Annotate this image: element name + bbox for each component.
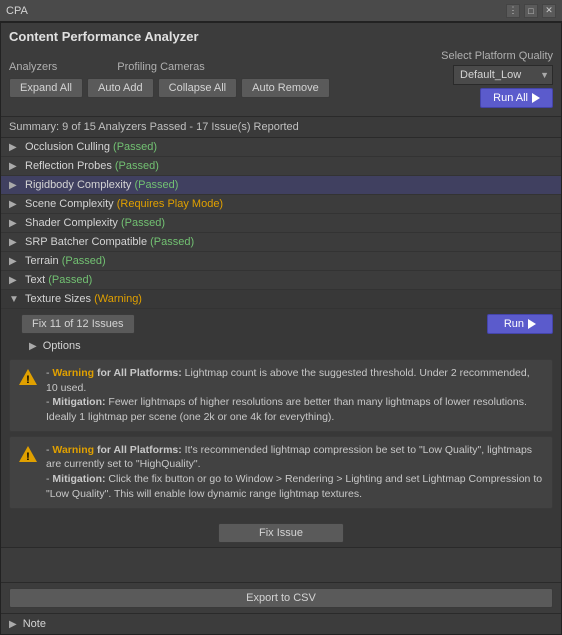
analyzer-name: Scene Complexity (Requires Play Mode) [25, 198, 223, 210]
svg-text:!: ! [26, 451, 30, 463]
run-button[interactable]: Run [487, 314, 553, 334]
summary-bar: Summary: 9 of 15 Analyzers Passed - 17 I… [1, 117, 561, 138]
analyzers-label: Analyzers [9, 61, 57, 73]
expanded-toolbar: Fix 11 of 12 Issues Run [1, 309, 561, 337]
warning-label: Warning [52, 367, 94, 379]
chevron-right-icon: ▶ [9, 161, 19, 172]
issue-bold: for All Platforms: [97, 444, 182, 456]
status-badge: (Passed) [150, 236, 194, 248]
mitigation-label: Mitigation: [52, 396, 105, 408]
warning-label: Warning [52, 444, 94, 456]
export-row: Export to CSV [1, 583, 561, 614]
auto-add-button[interactable]: Auto Add [87, 78, 154, 98]
auto-remove-button[interactable]: Auto Remove [241, 78, 330, 98]
status-badge: (Warning) [94, 293, 142, 305]
run-triangle-icon [532, 93, 540, 103]
platform-dropdown-wrapper: Default_Low ▼ [453, 65, 553, 85]
list-item[interactable]: ▶ Scene Complexity (Requires Play Mode) [1, 195, 561, 214]
analyzer-name: Terrain (Passed) [25, 255, 106, 267]
title-bar-controls: ⋮ □ ✕ [506, 4, 556, 18]
issue-card-2: ! - Warning for All Platforms: It's reco… [9, 436, 553, 509]
toolbar-left: Analyzers Profiling Cameras Expand All A… [9, 61, 330, 98]
issue-bold: for All Platforms: [97, 367, 182, 379]
options-label: Options [43, 340, 81, 352]
header: Content Performance Analyzer Analyzers P… [1, 23, 561, 117]
svg-text:!: ! [26, 374, 30, 386]
status-badge: (Passed) [113, 141, 157, 153]
chevron-right-icon: ▶ [9, 142, 19, 153]
toolbar-row: Analyzers Profiling Cameras Expand All A… [9, 50, 553, 108]
list-item[interactable]: ▶ Shader Complexity (Passed) [1, 214, 561, 233]
list-item[interactable]: ▶ Occlusion Culling (Passed) [1, 138, 561, 157]
chevron-right-icon: ▶ [9, 256, 19, 267]
analyzer-name: Texture Sizes (Warning) [25, 293, 142, 305]
bottom-section: Export to CSV ▶ Note [1, 582, 561, 634]
profiling-cameras-label: Profiling Cameras [117, 61, 204, 73]
collapse-all-button[interactable]: Collapse All [158, 78, 237, 98]
chevron-down-icon: ▼ [9, 294, 19, 305]
run-all-label: Run All [493, 92, 528, 104]
summary-text: Summary: 9 of 15 Analyzers Passed - 17 I… [9, 121, 299, 133]
list-item[interactable]: ▶ Rigidbody Complexity (Passed) [1, 176, 561, 195]
status-badge: (Passed) [62, 255, 106, 267]
analyzer-name: Shader Complexity (Passed) [25, 217, 165, 229]
warning-icon: ! [18, 367, 38, 387]
texture-sizes-item[interactable]: ▼ Texture Sizes (Warning) [1, 290, 561, 309]
pin-button[interactable]: ⋮ [506, 4, 520, 18]
fix-issue-button[interactable]: Fix Issue [218, 523, 344, 543]
chevron-right-icon: ▶ [9, 237, 19, 248]
list-item[interactable]: ▶ Terrain (Passed) [1, 252, 561, 271]
analyzer-name: SRP Batcher Compatible (Passed) [25, 236, 194, 248]
main-window: Content Performance Analyzer Analyzers P… [0, 22, 562, 635]
run-triangle-icon [528, 319, 536, 329]
warning-icon: ! [18, 444, 38, 464]
chevron-right-icon: ▶ [9, 199, 19, 210]
note-row[interactable]: ▶ Note [1, 614, 561, 634]
fix-issue-row: Fix Issue [1, 519, 561, 547]
chevron-right-icon: ▶ [9, 619, 17, 630]
title-bar: CPA ⋮ □ ✕ [0, 0, 562, 22]
issue-text-1: - Warning for All Platforms: Lightmap co… [46, 366, 544, 425]
list-item[interactable]: ▶ SRP Batcher Compatible (Passed) [1, 233, 561, 252]
platform-select-row: Default_Low ▼ [453, 65, 553, 85]
mitigation-label: Mitigation: [52, 473, 105, 485]
analyzer-name: Occlusion Culling (Passed) [25, 141, 157, 153]
run-all-button[interactable]: Run All [480, 88, 553, 108]
status-badge: (Passed) [134, 179, 178, 191]
analyzer-name: Text (Passed) [25, 274, 92, 286]
chevron-right-icon: ▶ [9, 275, 19, 286]
analyzer-name: Reflection Probes (Passed) [25, 160, 159, 172]
list-item[interactable]: ▶ Text (Passed) [1, 271, 561, 290]
maximize-button[interactable]: □ [524, 4, 538, 18]
expand-all-button[interactable]: Expand All [9, 78, 83, 98]
toolbar-labels: Analyzers Profiling Cameras [9, 61, 330, 73]
fix-issues-button[interactable]: Fix 11 of 12 Issues [21, 314, 135, 334]
list-item[interactable]: ▶ Reflection Probes (Passed) [1, 157, 561, 176]
issue-card-1: ! - Warning for All Platforms: Lightmap … [9, 359, 553, 432]
toolbar-right: Select Platform Quality Default_Low ▼ Ru… [441, 50, 553, 108]
issue-cards: ! - Warning for All Platforms: Lightmap … [1, 355, 561, 519]
toolbar-buttons: Expand All Auto Add Collapse All Auto Re… [9, 78, 330, 98]
chevron-right-icon: ▶ [29, 341, 37, 352]
status-badge: (Passed) [121, 217, 165, 229]
issue-text-2: - Warning for All Platforms: It's recomm… [46, 443, 544, 502]
status-badge: (Requires Play Mode) [117, 198, 223, 210]
expanded-options[interactable]: ▶ Options [1, 337, 561, 355]
close-button[interactable]: ✕ [542, 4, 556, 18]
chevron-right-icon: ▶ [9, 218, 19, 229]
platform-dropdown[interactable]: Default_Low [453, 65, 553, 85]
note-label: Note [23, 618, 46, 630]
chevron-right-icon: ▶ [9, 180, 19, 191]
platform-quality-label: Select Platform Quality [441, 50, 553, 62]
status-badge: (Passed) [115, 160, 159, 172]
analyzer-name: Rigidbody Complexity (Passed) [25, 179, 178, 191]
export-csv-button[interactable]: Export to CSV [9, 588, 553, 608]
window-title: Content Performance Analyzer [9, 29, 553, 44]
title-bar-text: CPA [6, 5, 506, 17]
run-label: Run [504, 318, 524, 330]
status-badge: (Passed) [48, 274, 92, 286]
analyzer-list[interactable]: ▶ Occlusion Culling (Passed) ▶ Reflectio… [1, 138, 561, 582]
expanded-content: Fix 11 of 12 Issues Run ▶ Options ! [1, 309, 561, 548]
